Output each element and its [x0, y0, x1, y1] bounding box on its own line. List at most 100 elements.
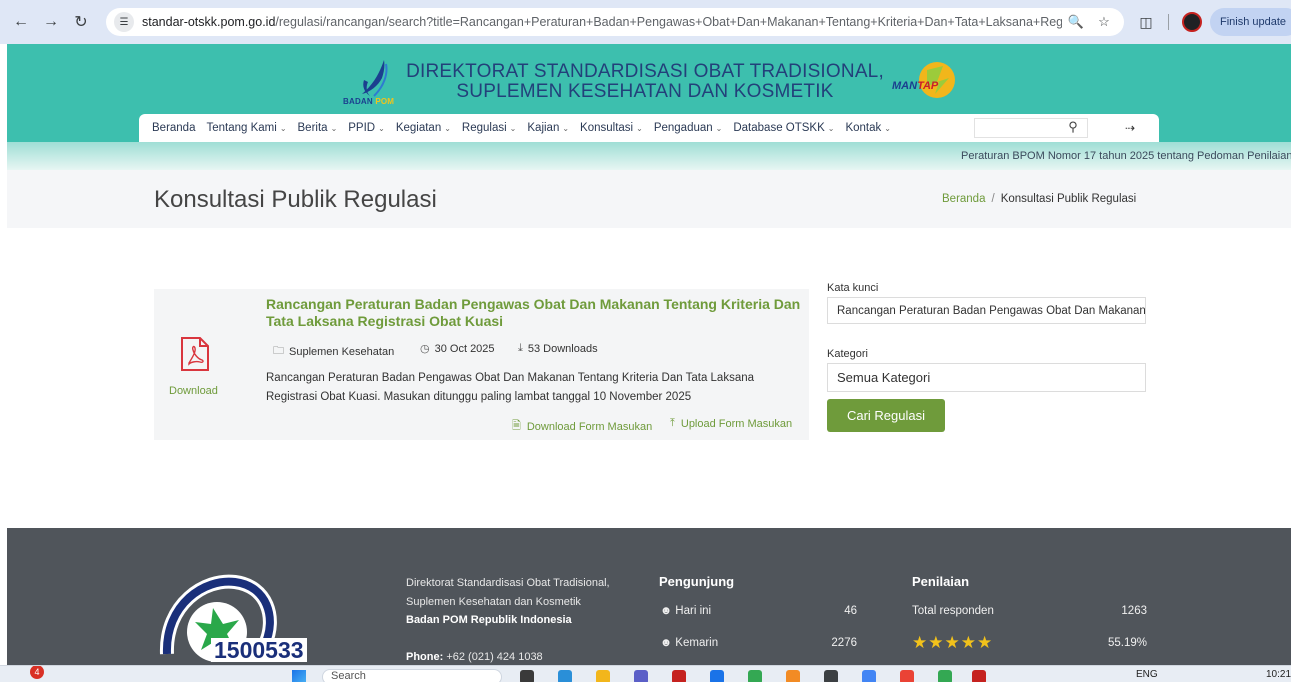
keyword-input[interactable]: [827, 297, 1146, 324]
app-icon[interactable]: [710, 670, 724, 682]
badan-pom-logo-text: BADAN POM: [343, 97, 395, 106]
login-icon[interactable]: ⇢: [1121, 119, 1139, 137]
user-icon: ☻: [660, 637, 676, 649]
page-title-band: Konsultasi Publik Regulasi Beranda / Konsu…: [7, 170, 1291, 228]
cari-regulasi-button[interactable]: Cari Regulasi: [827, 399, 945, 432]
taskbar-search[interactable]: Search: [322, 669, 502, 682]
visitors-heading: Pengunjung: [659, 574, 735, 589]
star-icon: ★: [912, 633, 929, 652]
site-title: DIREKTORAT STANDARDISASI OBAT TRADISIONA…: [406, 61, 884, 102]
nav-item-ppid[interactable]: PPID ⌄: [348, 122, 385, 134]
star-icon: ★: [944, 633, 961, 652]
finish-update-button[interactable]: Finish update: [1210, 8, 1291, 36]
rating-stars: ★★★★★: [912, 633, 993, 653]
visitors-yesterday-label: ☻ Kemarin: [660, 637, 719, 649]
upload-icon: ⤒: [670, 417, 675, 429]
search-icon[interactable]: ⚲: [1064, 118, 1082, 136]
total-respondents-value: 1263: [1121, 605, 1147, 617]
breadcrumb: Beranda / Konsultasi Publik Regulasi: [942, 193, 1136, 205]
address-bar[interactable]: ☰ standar-otskk.pom.go.id/regulasi/ranca…: [106, 8, 1124, 36]
footer-phone: Phone: +62 (021) 424 1038: [406, 651, 543, 663]
footer-org-line1: Direktorat Standardisasi Obat Tradisiona…: [406, 577, 610, 589]
rating-percent: 55.19%: [1107, 637, 1147, 649]
visitors-today-value: 46: [844, 605, 857, 617]
nav-item-database-otskk[interactable]: Database OTSKK ⌄: [733, 122, 834, 134]
toolbar-divider: [1168, 14, 1169, 30]
nav-item-kegiatan[interactable]: Kegiatan ⌄: [396, 122, 451, 134]
meta-category: 🗀 Suplemen Kesehatan: [273, 342, 394, 361]
breadcrumb-separator: /: [991, 193, 995, 205]
chevron-down-icon: ⌄: [715, 123, 723, 133]
site-info-icon[interactable]: ☰: [114, 12, 134, 32]
nav-item-regulasi[interactable]: Regulasi ⌄: [462, 122, 516, 134]
user-icon: ☻: [660, 605, 676, 617]
chevron-down-icon: ⌄: [636, 123, 643, 133]
nav-item-berita[interactable]: Berita ⌄: [298, 122, 338, 134]
profile-avatar[interactable]: [1182, 12, 1202, 32]
regulation-description: Rancangan Peraturan Badan Pengawas Obat …: [266, 372, 755, 403]
acrobat-icon[interactable]: [972, 670, 986, 682]
category-select[interactable]: Semua Kategori: [827, 363, 1146, 392]
back-arrow-icon[interactable]: ←: [6, 7, 36, 37]
file-explorer-icon[interactable]: [596, 670, 610, 682]
chevron-down-icon: ⌄: [509, 123, 517, 133]
chrome-icon[interactable]: [748, 670, 762, 682]
edge-icon[interactable]: [558, 670, 572, 682]
ticker-text[interactable]: Peraturan BPOM Nomor 17 tahun 2025 tenta…: [961, 150, 1291, 162]
download-link[interactable]: Download: [169, 385, 218, 397]
chevron-down-icon: ⌄: [378, 123, 385, 133]
nav-item-beranda[interactable]: Beranda: [152, 122, 195, 134]
nav-item-kontak[interactable]: Kontak ⌄: [845, 122, 891, 134]
footer-org-line3: Badan POM Republik Indonesia: [406, 614, 572, 626]
download-form-link[interactable]: 🗎 Download Form Masukan: [512, 417, 652, 436]
chevron-down-icon: ⌄: [279, 123, 287, 133]
taskview-icon[interactable]: [520, 670, 534, 682]
app-icon[interactable]: [900, 670, 914, 682]
extensions-puzzle-icon[interactable]: ◫: [1136, 12, 1156, 32]
meta-date: ◷ 30 Oct 2025: [420, 342, 495, 356]
visitors-yesterday-value: 2276: [831, 637, 857, 649]
chevron-down-icon: ⌄: [444, 123, 451, 133]
star-icon: ★: [928, 633, 945, 652]
regulation-card: Download Rancangan Peraturan Badan Penga…: [154, 289, 809, 440]
visitors-today-label: ☻ Hari ini: [660, 605, 712, 617]
os-taskbar: 4 Search ENG 10:21: [0, 665, 1291, 682]
news-ticker: Peraturan BPOM Nomor 17 tahun 2025 tenta…: [7, 142, 1291, 170]
notification-badge[interactable]: 4: [30, 666, 44, 679]
windows-start-icon[interactable]: [292, 670, 306, 682]
regulation-title-link[interactable]: Rancangan Peraturan Badan Pengawas Obat …: [266, 296, 801, 330]
app-icon[interactable]: [786, 670, 800, 682]
mantap-logo-text: MANTAP: [892, 80, 939, 92]
bookmark-star-icon[interactable]: ☆: [1094, 12, 1114, 32]
chevron-down-icon: ⌄: [884, 123, 891, 133]
site-footer: 1500533 Direktorat Standardisasi Obat Tr…: [7, 528, 1291, 665]
nav-item-kajian[interactable]: Kajian ⌄: [527, 122, 569, 134]
zoom-icon[interactable]: 🔍: [1066, 12, 1086, 32]
total-respondents-label: Total responden: [912, 605, 994, 617]
app-icon[interactable]: [938, 670, 952, 682]
footer-org-line2: Suplemen Kesehatan dan Kosmetik: [406, 596, 581, 608]
page-title: Konsultasi Publik Regulasi: [154, 186, 437, 213]
nav-item-tentang-kami[interactable]: Tentang Kami ⌄: [206, 122, 286, 134]
language-indicator[interactable]: ENG: [1136, 669, 1158, 680]
breadcrumb-home-link[interactable]: Beranda: [942, 193, 985, 205]
pdf-file-icon[interactable]: [180, 336, 210, 372]
breadcrumb-current: Konsultasi Publik Regulasi: [1000, 193, 1137, 205]
rating-heading: Penilaian: [912, 574, 970, 589]
star-icon: ★: [960, 633, 977, 652]
star-icon: ★: [977, 633, 994, 652]
nav-item-konsultasi[interactable]: Konsultasi ⌄: [580, 122, 643, 134]
app-icon[interactable]: [862, 670, 876, 682]
clock[interactable]: 10:21: [1266, 669, 1291, 680]
app-icon[interactable]: [824, 670, 838, 682]
forward-arrow-icon[interactable]: →: [36, 7, 66, 37]
file-excel-icon: 🗎: [512, 420, 521, 432]
nav-item-pengaduan[interactable]: Pengaduan ⌄: [654, 122, 723, 134]
app-icon[interactable]: [672, 670, 686, 682]
chevron-down-icon: ⌄: [827, 123, 835, 133]
reload-icon[interactable]: ↻: [66, 7, 96, 37]
teams-icon[interactable]: [634, 670, 648, 682]
upload-form-link[interactable]: ⤒ Upload Form Masukan: [670, 417, 792, 430]
keyword-label: Kata kunci: [827, 282, 879, 294]
call-center-number: 1500533: [211, 638, 307, 662]
